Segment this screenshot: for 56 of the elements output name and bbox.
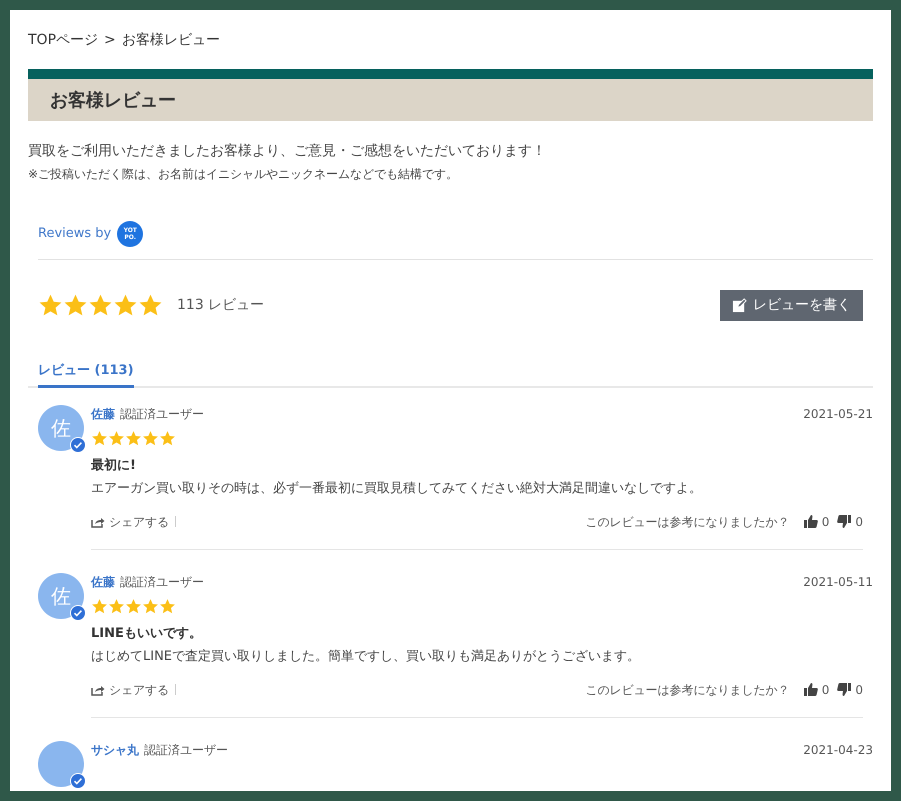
breadcrumb-link[interactable]: TOPページ	[28, 30, 98, 51]
review-title: LINEもいいです。	[91, 624, 203, 642]
star-icon	[159, 430, 176, 446]
star-icon	[88, 293, 113, 318]
thumbs-up-icon	[804, 683, 818, 696]
intro-text: 買取をご利用いただきましたお客様より、ご意見・ご感想をいただいております！	[28, 142, 547, 161]
avatar	[38, 740, 84, 786]
thumbs-up-button[interactable]: 0	[804, 512, 830, 530]
thumbs-up-button[interactable]: 0	[804, 680, 830, 698]
write-review-button[interactable]: レビューを書く	[720, 290, 863, 321]
thumbs-down-icon	[837, 515, 852, 528]
thumbs-down-button[interactable]: 0	[837, 680, 863, 698]
share-icon	[91, 516, 105, 528]
avatar: 佐	[38, 572, 84, 618]
helpful-question: このレビューは参考になりましたか？	[586, 514, 790, 530]
note-text: ※ご投稿いただく際は、お名前はイニシャルやニックネームなどでも結構です。	[28, 166, 460, 183]
verified-label: 認証済ユーザー	[120, 406, 204, 422]
reviewer-name: サシャ丸	[91, 742, 139, 758]
share-icon	[91, 684, 105, 696]
breadcrumb-separator: >	[104, 31, 116, 50]
star-icon	[138, 293, 163, 318]
star-icon	[91, 598, 108, 614]
verified-label: 認証済ユーザー	[120, 574, 204, 590]
star-icon	[38, 293, 63, 318]
star-icon	[125, 598, 142, 614]
reviewer-name: 佐藤	[91, 574, 115, 590]
star-icon	[91, 430, 108, 446]
star-icon	[142, 598, 159, 614]
review-date: 2021-04-23	[803, 742, 873, 758]
thumbs-up-icon	[804, 515, 818, 528]
breadcrumb-current: お客様レビュー	[122, 31, 220, 50]
star-icon	[108, 598, 125, 614]
reviews-tab[interactable]: レビュー (113)	[38, 361, 134, 388]
review-count: 113 レビュー	[177, 296, 264, 315]
review-title: 最初に!	[91, 456, 137, 474]
review-date: 2021-05-11	[803, 574, 873, 590]
edit-icon	[732, 298, 747, 313]
share-button[interactable]: シェアする	[91, 512, 169, 530]
star-icon	[113, 293, 138, 318]
thumbs-down-button[interactable]: 0	[837, 512, 863, 530]
star-icon	[63, 293, 88, 318]
avatar: 佐	[38, 404, 84, 450]
review-date: 2021-05-21	[803, 406, 873, 422]
page-title: お客様レビュー	[50, 88, 176, 112]
share-button[interactable]: シェアする	[91, 680, 169, 698]
star-icon	[159, 598, 176, 614]
verified-label: 認証済ユーザー	[144, 742, 228, 758]
review-text: はじめてLINEで査定買い取りしました。簡単ですし、買い取りも満足ありがとうございます。	[91, 648, 642, 666]
helpful-question: このレビューは参考になりましたか？	[586, 682, 790, 698]
reviews-by-label: Reviews by	[38, 225, 112, 244]
star-icon	[125, 430, 142, 446]
thumbs-down-icon	[837, 683, 852, 696]
review-text: エアーガン買い取りその時は、必ず一番最初に買取見積してみてください絶対大満足間違いなしですよ。	[91, 480, 703, 498]
reviewer-name: 佐藤	[91, 406, 115, 422]
star-icon	[108, 430, 125, 446]
star-icon	[142, 430, 159, 446]
